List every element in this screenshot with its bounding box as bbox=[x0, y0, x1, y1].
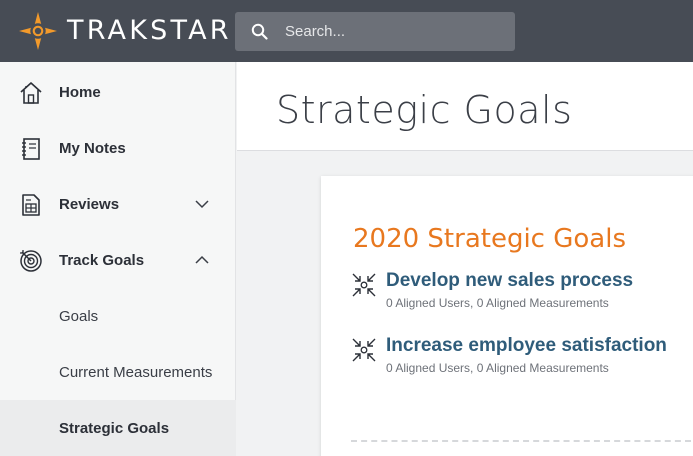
card-title: 2020 Strategic Goals bbox=[353, 224, 626, 254]
divider bbox=[351, 440, 691, 442]
goal-meta: 0 Aligned Users, 0 Aligned Measurements bbox=[386, 361, 609, 375]
sidebar-subitem-goals[interactable]: Goals bbox=[0, 288, 236, 344]
sidebar: Home My Notes Reviews Track Goals Goals … bbox=[0, 62, 236, 456]
sidebar-item-label: Track Goals bbox=[59, 252, 145, 269]
chevron-up-icon[interactable] bbox=[194, 254, 210, 266]
goal-meta: 0 Aligned Users, 0 Aligned Measurements bbox=[386, 296, 609, 310]
sidebar-subitem-label: Strategic Goals bbox=[59, 420, 170, 437]
top-bar: TRAKSTAR Search... bbox=[0, 0, 693, 62]
search-box[interactable]: Search... bbox=[235, 12, 515, 51]
sidebar-subitem-label: Current Measurements bbox=[59, 364, 213, 381]
sidebar-item-track-goals[interactable]: Track Goals bbox=[0, 232, 236, 288]
align-arrows-icon bbox=[352, 273, 376, 297]
target-icon bbox=[20, 250, 42, 272]
sidebar-subitem-current-measurements[interactable]: Current Measurements bbox=[0, 344, 236, 400]
sidebar-item-label: Reviews bbox=[59, 196, 120, 213]
strategic-goals-card: 2020 Strategic Goals Develop new sales p… bbox=[321, 176, 693, 456]
sidebar-item-label: My Notes bbox=[59, 140, 126, 157]
sidebar-item-label: Home bbox=[59, 84, 101, 101]
page-header: Strategic Goals bbox=[237, 62, 693, 151]
brand-name[interactable]: TRAKSTAR bbox=[67, 13, 232, 49]
sidebar-item-my-notes[interactable]: My Notes bbox=[0, 120, 236, 176]
goal-name-link[interactable]: Develop new sales process bbox=[386, 270, 633, 292]
goal-name-link[interactable]: Increase employee satisfaction bbox=[386, 335, 667, 357]
sidebar-subitem-strategic-goals[interactable]: Strategic Goals bbox=[0, 400, 236, 456]
sidebar-item-home[interactable]: Home bbox=[0, 64, 236, 120]
sidebar-subitem-label: Goals bbox=[59, 308, 99, 325]
main-content: Strategic Goals 2020 Strategic Goals Dev… bbox=[237, 62, 693, 456]
search-input[interactable]: Search... bbox=[285, 23, 345, 41]
search-icon bbox=[251, 23, 268, 40]
chevron-down-icon[interactable] bbox=[194, 198, 210, 210]
home-icon bbox=[20, 82, 42, 104]
review-icon bbox=[22, 194, 40, 216]
notebook-icon bbox=[22, 138, 40, 160]
goal-item[interactable]: Increase employee satisfaction 0 Aligned… bbox=[351, 335, 693, 379]
align-arrows-icon bbox=[352, 338, 376, 362]
sidebar-item-reviews[interactable]: Reviews bbox=[0, 176, 236, 232]
page-title: Strategic Goals bbox=[276, 88, 573, 132]
trakstar-logo-icon[interactable] bbox=[18, 11, 58, 51]
goal-item[interactable]: Develop new sales process 0 Aligned User… bbox=[351, 270, 693, 314]
